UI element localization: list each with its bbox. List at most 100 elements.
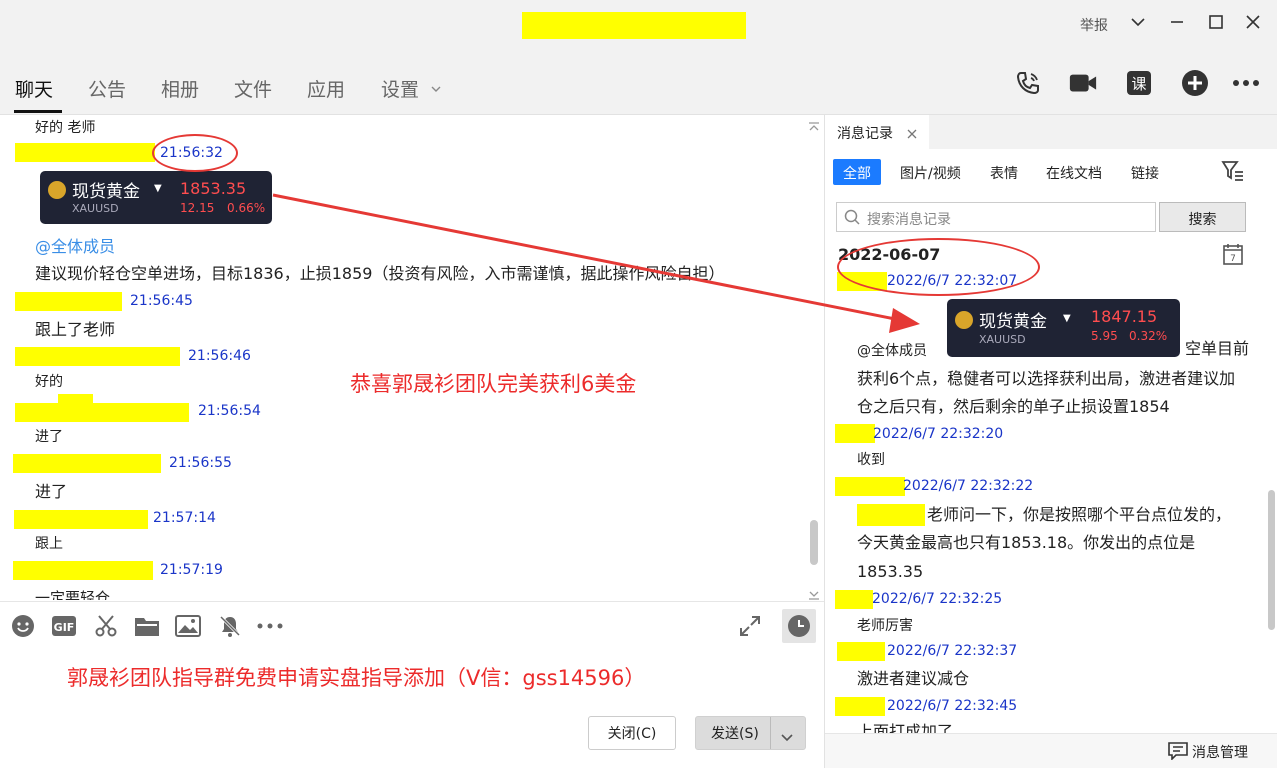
chevron-down-icon[interactable]: [1128, 14, 1148, 34]
message-time: 21:57:19: [160, 562, 223, 578]
mention-all[interactable]: @全体成员: [35, 237, 115, 256]
tab-message-history[interactable]: 消息记录: [825, 115, 929, 149]
minimize-icon[interactable]: [1167, 14, 1187, 34]
svg-text:GIF: GIF: [54, 621, 75, 634]
emoji-icon[interactable]: [10, 613, 36, 639]
mute-notification-icon[interactable]: [217, 613, 243, 639]
caret-down-icon: ▼: [1063, 313, 1071, 324]
send-options-chevron-icon[interactable]: [780, 728, 794, 747]
gold-quote-card[interactable]: 现货黄金 ▼ XAUUSD 1853.35 12.15 0.66%: [40, 171, 272, 224]
tab-apps[interactable]: 应用: [307, 75, 345, 102]
message-time: 21:57:14: [153, 510, 216, 526]
scissors-icon[interactable]: [93, 613, 119, 639]
close-button[interactable]: 关闭(C): [588, 716, 676, 750]
calendar-icon[interactable]: 7: [1223, 243, 1243, 269]
message-manage-icon[interactable]: [1168, 742, 1188, 764]
quote-price: 1847.15: [1091, 307, 1158, 326]
tab-album[interactable]: 相册: [161, 75, 199, 102]
history-scrollbar[interactable]: [1268, 490, 1275, 630]
report-button[interactable]: 举报: [1080, 15, 1108, 35]
course-icon[interactable]: 课: [1124, 68, 1154, 98]
more-tools-icon[interactable]: [257, 613, 283, 639]
search-icon: [844, 209, 860, 229]
add-icon[interactable]: [1180, 68, 1210, 98]
video-call-icon[interactable]: [1068, 68, 1098, 98]
filter-icon[interactable]: [1221, 160, 1245, 186]
message-input[interactable]: 郭晟衫团队指导群免费申请实盘指导添加（V信：gss14596）: [0, 650, 824, 700]
tab-settings[interactable]: 设置: [381, 75, 419, 102]
message-text: 今天黄金最高也只有1853.18。你发出的点位是: [857, 533, 1196, 552]
tab-announcement[interactable]: 公告: [88, 75, 126, 102]
message-text: 进了: [35, 482, 68, 501]
tab-files[interactable]: 文件: [234, 75, 272, 102]
message-time: 2022/6/7 22:32:25: [872, 591, 1003, 607]
gif-icon[interactable]: GIF: [51, 613, 77, 639]
history-search-input[interactable]: 搜索消息记录: [836, 202, 1156, 232]
search-button[interactable]: 搜索: [1159, 202, 1246, 232]
image-icon[interactable]: [175, 613, 201, 639]
promo-text: 郭晟衫团队指导群免费申请实盘指导添加（V信：gss14596）: [67, 666, 646, 690]
gold-quote-card[interactable]: 现货黄金 ▼ XAUUSD 1847.15 5.95 0.32%: [947, 299, 1180, 357]
scroll-up-icon[interactable]: [808, 117, 820, 136]
filter-media[interactable]: 图片/视频: [890, 159, 971, 185]
message-text: 1853.35: [857, 562, 924, 581]
clipped-message: 上面打成加了: [825, 719, 1265, 733]
message-time: 2022/6/7 22:32:22: [903, 478, 1034, 494]
message-text: 空单目前: [1185, 339, 1250, 358]
message-time: 2022/6/7 22:32:45: [887, 698, 1018, 714]
mention-all[interactable]: @全体成员: [857, 337, 927, 366]
maximize-icon[interactable]: [1206, 14, 1226, 34]
message-time: 21:56:46: [188, 348, 251, 364]
message-text: 跟上: [35, 536, 63, 552]
close-tab-icon[interactable]: [907, 127, 917, 143]
quote-symbol: XAUUSD: [979, 333, 1026, 346]
sender-redaction: [835, 424, 875, 443]
sender-redaction: [837, 642, 885, 661]
annotation-banner: 恭喜郭晟衫团队完美获利6美金: [350, 372, 637, 396]
message-text: 上面打成加了: [857, 722, 954, 733]
message-manage-button[interactable]: 消息管理: [1192, 742, 1248, 762]
history-clock-icon[interactable]: [782, 609, 816, 643]
chat-scrollbar[interactable]: [810, 520, 818, 565]
sender-redaction: [15, 403, 189, 422]
gold-coin-icon: [48, 181, 66, 199]
chevron-down-icon[interactable]: [430, 80, 442, 99]
voice-call-icon[interactable]: [1013, 68, 1043, 98]
quote-name: 现货黄金: [979, 312, 1047, 332]
message-text: 老师厉害: [857, 618, 913, 634]
history-footer: 消息管理: [825, 733, 1277, 768]
title-bar: 举报: [0, 0, 1277, 50]
clipped-message: 一定要轻仓: [0, 585, 805, 600]
message-text: 老师问一下，你是按照哪个平台点位发的，: [927, 505, 1232, 524]
message-time: 21:56:45: [130, 293, 193, 309]
caret-down-icon: ▼: [154, 183, 162, 194]
message-text: 跟上了老师: [35, 320, 116, 339]
quote-change: 5.95: [1091, 329, 1118, 343]
filter-links[interactable]: 链接: [1121, 159, 1169, 185]
filter-emoji[interactable]: 表情: [980, 159, 1028, 185]
sender-redaction: [15, 292, 122, 311]
message-text: @全体成员 建议现价轻仓空单进场，目标1836，止损1859（投资有风险，入市需…: [35, 237, 725, 283]
message-time: 21:56:54: [198, 403, 261, 419]
history-tab-bar: 消息记录: [825, 115, 1277, 149]
message-text: 好的: [35, 374, 63, 390]
tab-chat[interactable]: 聊天: [15, 75, 53, 102]
svg-text:课: 课: [1131, 75, 1146, 93]
input-divider: [0, 601, 824, 602]
quote-percent: 0.66%: [227, 201, 266, 215]
sender-redaction: [13, 561, 153, 580]
sender-redaction: [835, 590, 873, 609]
filter-all[interactable]: 全部: [833, 159, 881, 185]
filter-docs[interactable]: 在线文档: [1036, 159, 1112, 185]
active-tab-indicator: [14, 110, 62, 113]
sender-redaction: [13, 454, 161, 473]
send-divider: [770, 717, 771, 749]
more-icon[interactable]: [1231, 68, 1261, 98]
quote-change: 12.15: [180, 201, 215, 215]
folder-icon[interactable]: [134, 613, 160, 639]
close-icon[interactable]: [1243, 14, 1263, 34]
annotation-circle: [152, 134, 238, 172]
expand-icon[interactable]: [737, 613, 763, 639]
message-text: 进了: [35, 429, 63, 445]
sender-redaction: [14, 510, 148, 529]
